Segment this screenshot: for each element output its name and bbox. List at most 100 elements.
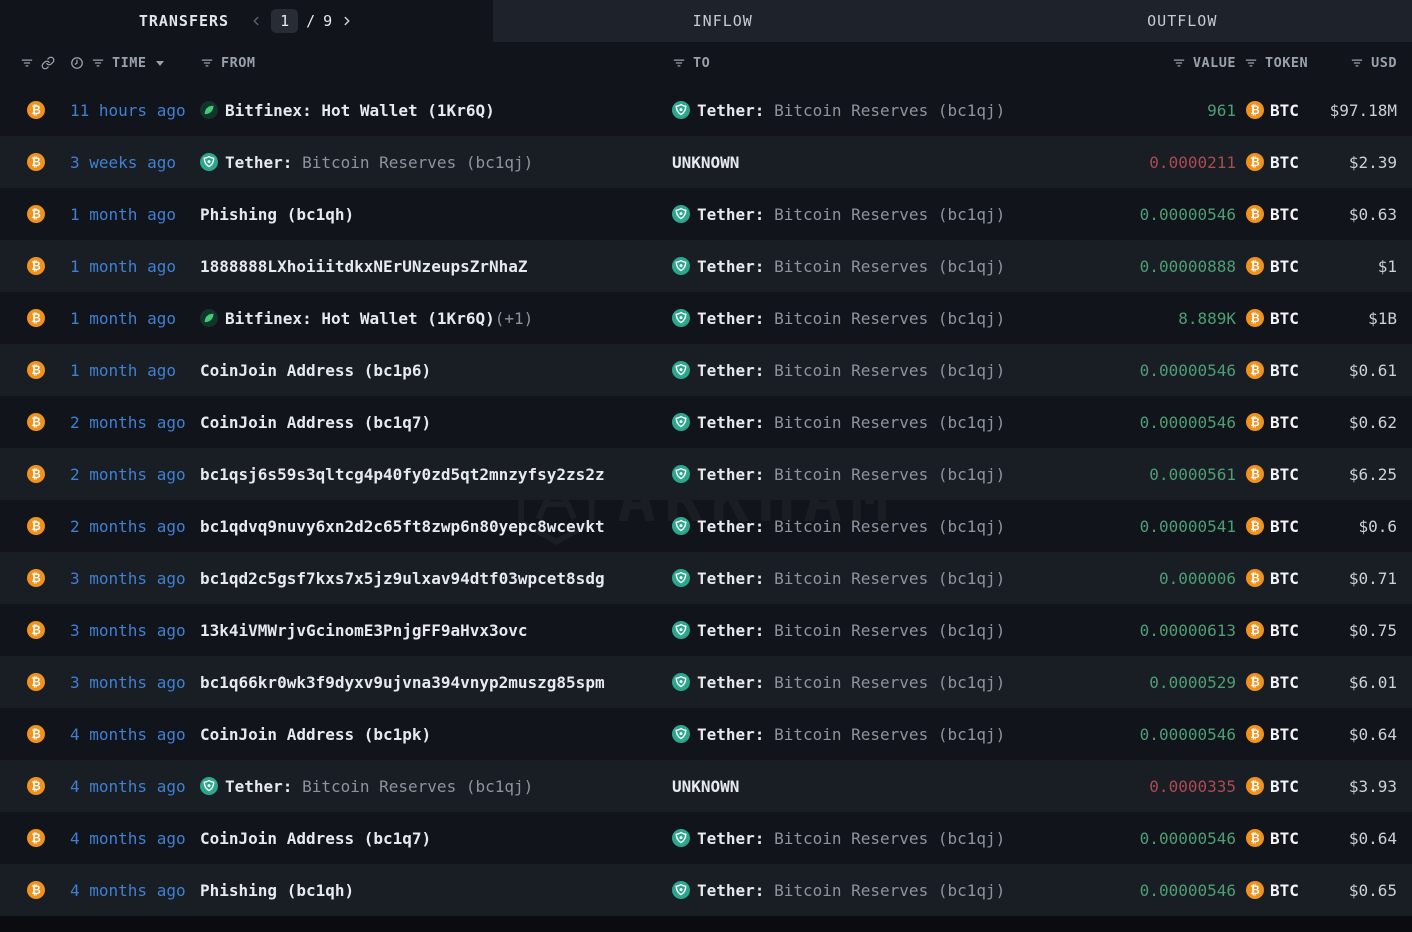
pagination-next-button[interactable] bbox=[340, 14, 354, 28]
transfer-to[interactable]: Tether: bbox=[697, 205, 764, 224]
table-row[interactable]: ₿ 4 months ago Tether: Bitcoin Reserves … bbox=[0, 760, 1412, 812]
from-cell[interactable]: CoinJoin Address (bc1q7) bbox=[196, 413, 668, 432]
transfer-to[interactable]: Tether: bbox=[697, 465, 764, 484]
table-row[interactable]: ₿ 2 months ago bc1qsj6s59s3qltcg4p40fy0z… bbox=[0, 448, 1412, 500]
transfer-to[interactable]: Tether: bbox=[697, 569, 764, 588]
pagination-prev-button[interactable] bbox=[249, 14, 263, 28]
from-cell[interactable]: Bitfinex: Hot Wallet (1Kr6Q) bbox=[196, 101, 668, 120]
table-row[interactable]: ₿ 1 month ago CoinJoin Address (bc1p6) T… bbox=[0, 344, 1412, 396]
transfer-from[interactable]: Phishing (bc1qh) bbox=[200, 881, 354, 900]
transfer-time[interactable]: 3 months ago bbox=[70, 569, 186, 588]
table-row[interactable]: ₿ 3 months ago bc1q66kr0wk3f9dyxv9ujvna3… bbox=[0, 656, 1412, 708]
to-cell[interactable]: Tether: Bitcoin Reserves (bc1qj) bbox=[668, 673, 1100, 692]
to-cell[interactable]: UNKNOWN bbox=[668, 153, 1100, 172]
time-cell[interactable]: 1 month ago bbox=[62, 361, 196, 380]
filter-icon[interactable] bbox=[672, 56, 686, 70]
tab-transfers[interactable]: TRANSFERS bbox=[139, 12, 229, 30]
to-cell[interactable]: UNKNOWN bbox=[668, 777, 1100, 796]
time-cell[interactable]: 2 months ago bbox=[62, 413, 196, 432]
from-cell[interactable]: Phishing (bc1qh) bbox=[196, 881, 668, 900]
table-row[interactable]: ₿ 2 months ago bc1qdvq9nuvy6xn2d2c65ft8z… bbox=[0, 500, 1412, 552]
time-cell[interactable]: 3 months ago bbox=[62, 621, 196, 640]
time-cell[interactable]: 3 months ago bbox=[62, 673, 196, 692]
transfer-from[interactable]: 13k4iVMWrjvGcinomE3PnjgFF9aHvx3ovc bbox=[200, 621, 528, 640]
transfer-to[interactable]: UNKNOWN bbox=[672, 153, 739, 172]
to-cell[interactable]: Tether: Bitcoin Reserves (bc1qj) bbox=[668, 257, 1100, 276]
transfer-from[interactable]: 1888888LXhoiiitdkxNErUNzeupsZrNhaZ bbox=[200, 257, 528, 276]
to-cell[interactable]: Tether: Bitcoin Reserves (bc1qj) bbox=[668, 309, 1100, 328]
table-row[interactable]: ₿ 11 hours ago Bitfinex: Hot Wallet (1Kr… bbox=[0, 84, 1412, 136]
transfer-to[interactable]: Tether: bbox=[697, 881, 764, 900]
column-header-time[interactable]: TIME bbox=[62, 55, 196, 71]
transfer-from[interactable]: Tether: bbox=[225, 777, 292, 796]
time-cell[interactable]: 1 month ago bbox=[62, 309, 196, 328]
time-cell[interactable]: 3 months ago bbox=[62, 569, 196, 588]
from-cell[interactable]: bc1qdvq9nuvy6xn2d2c65ft8zwp6n80yepc8wcev… bbox=[196, 517, 668, 536]
to-cell[interactable]: Tether: Bitcoin Reserves (bc1qj) bbox=[668, 517, 1100, 536]
link-icon[interactable] bbox=[41, 56, 55, 70]
table-row[interactable]: ₿ 4 months ago CoinJoin Address (bc1q7) … bbox=[0, 812, 1412, 864]
filter-icon[interactable] bbox=[1350, 56, 1364, 70]
from-cell[interactable]: 1888888LXhoiiitdkxNErUNzeupsZrNhaZ bbox=[196, 257, 668, 276]
from-cell[interactable]: CoinJoin Address (bc1p6) bbox=[196, 361, 668, 380]
tab-inflow[interactable]: INFLOW bbox=[493, 0, 953, 42]
time-cell[interactable]: 3 weeks ago bbox=[62, 153, 196, 172]
table-row[interactable]: ₿ 1 month ago 1888888LXhoiiitdkxNErUNzeu… bbox=[0, 240, 1412, 292]
transfer-time[interactable]: 3 months ago bbox=[70, 673, 186, 692]
to-cell[interactable]: Tether: Bitcoin Reserves (bc1qj) bbox=[668, 621, 1100, 640]
from-cell[interactable]: bc1q66kr0wk3f9dyxv9ujvna394vnyp2muszg85s… bbox=[196, 673, 668, 692]
transfer-to[interactable]: Tether: bbox=[697, 413, 764, 432]
from-cell[interactable]: 13k4iVMWrjvGcinomE3PnjgFF9aHvx3ovc bbox=[196, 621, 668, 640]
transfer-from[interactable]: bc1qd2c5gsf7kxs7x5jz9ulxav94dtf03wpcet8s… bbox=[200, 569, 605, 588]
transfer-time[interactable]: 4 months ago bbox=[70, 777, 186, 796]
transfer-to[interactable]: Tether: bbox=[697, 673, 764, 692]
transfer-time[interactable]: 4 months ago bbox=[70, 829, 186, 848]
transfer-from[interactable]: bc1q66kr0wk3f9dyxv9ujvna394vnyp2muszg85s… bbox=[200, 673, 605, 692]
transfer-time[interactable]: 2 months ago bbox=[70, 517, 186, 536]
transfer-from[interactable]: Tether: bbox=[225, 153, 292, 172]
to-cell[interactable]: Tether: Bitcoin Reserves (bc1qj) bbox=[668, 413, 1100, 432]
transfer-to[interactable]: Tether: bbox=[697, 517, 764, 536]
from-cell[interactable]: bc1qsj6s59s3qltcg4p40fy0zd5qt2mnzyfsy2zs… bbox=[196, 465, 668, 484]
transfer-to[interactable]: Tether: bbox=[697, 361, 764, 380]
transfer-time[interactable]: 2 months ago bbox=[70, 413, 186, 432]
to-cell[interactable]: Tether: Bitcoin Reserves (bc1qj) bbox=[668, 569, 1100, 588]
table-row[interactable]: ₿ 3 weeks ago Tether: Bitcoin Reserves (… bbox=[0, 136, 1412, 188]
transfer-from[interactable]: CoinJoin Address (bc1p6) bbox=[200, 361, 431, 380]
to-cell[interactable]: Tether: Bitcoin Reserves (bc1qj) bbox=[668, 101, 1100, 120]
time-cell[interactable]: 1 month ago bbox=[62, 257, 196, 276]
transfer-time[interactable]: 1 month ago bbox=[70, 309, 176, 328]
from-cell[interactable]: Tether: Bitcoin Reserves (bc1qj) bbox=[196, 777, 668, 796]
transfer-to[interactable]: Tether: bbox=[697, 101, 764, 120]
table-row[interactable]: ₿ 4 months ago CoinJoin Address (bc1pk) … bbox=[0, 708, 1412, 760]
transfer-to[interactable]: Tether: bbox=[697, 309, 764, 328]
time-cell[interactable]: 4 months ago bbox=[62, 777, 196, 796]
table-row[interactable]: ₿ 3 months ago 13k4iVMWrjvGcinomE3PnjgFF… bbox=[0, 604, 1412, 656]
time-cell[interactable]: 4 months ago bbox=[62, 881, 196, 900]
time-cell[interactable]: 4 months ago bbox=[62, 829, 196, 848]
time-cell[interactable]: 11 hours ago bbox=[62, 101, 196, 120]
to-cell[interactable]: Tether: Bitcoin Reserves (bc1qj) bbox=[668, 881, 1100, 900]
transfer-to[interactable]: Tether: bbox=[697, 257, 764, 276]
tab-outflow[interactable]: OUTFLOW bbox=[953, 0, 1412, 42]
from-cell[interactable]: Tether: Bitcoin Reserves (bc1qj) bbox=[196, 153, 668, 172]
transfer-time[interactable]: 4 months ago bbox=[70, 725, 186, 744]
to-cell[interactable]: Tether: Bitcoin Reserves (bc1qj) bbox=[668, 465, 1100, 484]
to-cell[interactable]: Tether: Bitcoin Reserves (bc1qj) bbox=[668, 725, 1100, 744]
filter-icon[interactable] bbox=[91, 56, 105, 70]
table-row[interactable]: ₿ 2 months ago CoinJoin Address (bc1q7) … bbox=[0, 396, 1412, 448]
transfer-to[interactable]: UNKNOWN bbox=[672, 777, 739, 796]
transfer-from[interactable]: Bitfinex: Hot Wallet (1Kr6Q) bbox=[225, 309, 495, 328]
transfer-from[interactable]: Phishing (bc1qh) bbox=[200, 205, 354, 224]
time-cell[interactable]: 2 months ago bbox=[62, 465, 196, 484]
from-cell[interactable]: bc1qd2c5gsf7kxs7x5jz9ulxav94dtf03wpcet8s… bbox=[196, 569, 668, 588]
to-cell[interactable]: Tether: Bitcoin Reserves (bc1qj) bbox=[668, 361, 1100, 380]
from-cell[interactable]: CoinJoin Address (bc1q7) bbox=[196, 829, 668, 848]
transfer-to[interactable]: Tether: bbox=[697, 725, 764, 744]
transfer-from[interactable]: CoinJoin Address (bc1pk) bbox=[200, 725, 431, 744]
transfer-time[interactable]: 1 month ago bbox=[70, 361, 176, 380]
transfer-time[interactable]: 3 months ago bbox=[70, 621, 186, 640]
table-row[interactable]: ₿ 4 months ago Phishing (bc1qh) Tether: … bbox=[0, 864, 1412, 916]
filter-icon[interactable] bbox=[1244, 56, 1258, 70]
table-row[interactable]: ₿ 3 months ago bc1qd2c5gsf7kxs7x5jz9ulxa… bbox=[0, 552, 1412, 604]
